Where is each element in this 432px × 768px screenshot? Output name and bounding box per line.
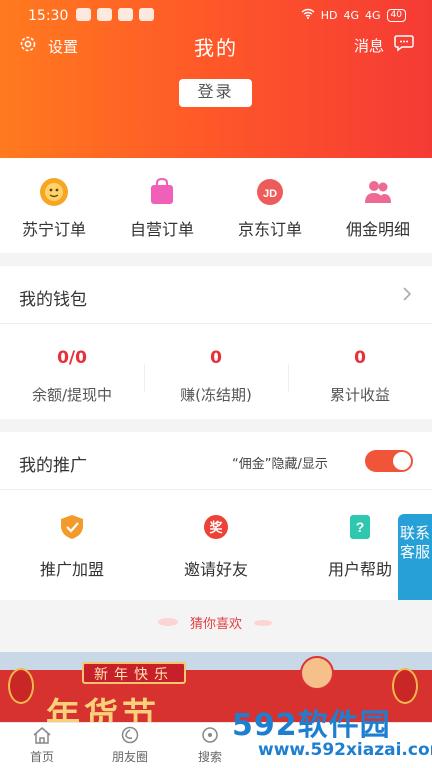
banner-greeting: 新年快乐 xyxy=(82,662,186,684)
profile-header: 15:30 HD 4G 4G 40 设置 我的 消息 登录 xyxy=(0,0,432,158)
commission-details-button[interactable]: 佣金明细 xyxy=(324,158,432,253)
tab-label: 朋友圈 xyxy=(111,750,148,764)
signal-strength-2: 4G xyxy=(365,8,381,22)
self-orders-button[interactable]: 自营订单 xyxy=(108,158,216,253)
lantern-icon xyxy=(392,668,418,704)
balance-value: 0/0 xyxy=(57,348,87,368)
promotion-header: 我的推广 “佣金”隐藏/显示 xyxy=(0,432,432,490)
jd-icon: JD xyxy=(257,179,283,205)
people-icon xyxy=(365,181,391,203)
chat-bubble-icon xyxy=(394,34,414,56)
jd-orders-button[interactable]: JD 京东订单 xyxy=(216,158,324,253)
suning-orders-button[interactable]: 苏宁订单 xyxy=(0,158,108,253)
promotion-actions: 推广加盟 奖 邀请好友 ? 用户帮助 xyxy=(0,490,432,600)
help-book-icon: ? xyxy=(350,515,370,539)
order-label: 京东订单 xyxy=(237,220,302,239)
frozen-earnings-value: 0 xyxy=(210,348,222,368)
commission-visibility-toggle[interactable] xyxy=(365,450,413,472)
invite-friends-button[interactable]: 奖 邀请好友 xyxy=(144,490,288,600)
shield-check-icon xyxy=(61,515,83,539)
suning-lion-icon xyxy=(40,178,68,206)
notification-app-icon xyxy=(139,8,154,21)
decoration xyxy=(254,620,272,626)
join-promotion-button[interactable]: 推广加盟 xyxy=(0,490,144,600)
signal-strength-1: 4G xyxy=(343,8,360,22)
profile-page: 15:30 HD 4G 4G 40 设置 我的 消息 登录 苏宁订单 自营订单 … xyxy=(0,0,432,768)
watermark-brand: 592软件园 xyxy=(232,708,391,743)
total-earnings-value: 0 xyxy=(354,348,366,368)
banner-headline: 年货节 xyxy=(46,696,160,722)
lantern-icon xyxy=(8,668,34,704)
status-indicators: HD 4G 4G 40 xyxy=(301,8,406,22)
balance-stat[interactable]: 0/0 余额/提现中 xyxy=(0,324,144,419)
guess-you-like-label: 猜你喜欢 xyxy=(189,617,242,632)
shopping-bag-icon xyxy=(151,177,173,204)
tab-home[interactable]: 首页 xyxy=(2,723,82,768)
wallet-title: 我的钱包 xyxy=(19,290,87,310)
total-earnings-stat[interactable]: 0 累计收益 xyxy=(288,324,432,419)
svg-text:?: ? xyxy=(356,519,365,535)
svg-text:奖: 奖 xyxy=(209,520,223,536)
search-icon xyxy=(202,727,218,743)
login-button[interactable]: 登录 xyxy=(179,79,252,107)
status-bar: 15:30 HD 4G 4G 40 xyxy=(0,0,432,30)
promotion-title: 我的推广 xyxy=(19,456,87,476)
watermark-url: www.592xiazai.com xyxy=(258,740,432,760)
tab-label: 搜索 xyxy=(197,750,222,764)
battery-icon: 40 xyxy=(386,8,406,22)
home-icon xyxy=(33,727,51,744)
notification-app-icon xyxy=(97,8,112,21)
wallet-header[interactable]: 我的钱包 xyxy=(0,266,432,324)
join-promotion-label: 推广加盟 xyxy=(39,560,104,579)
frozen-earnings-label: 赚(冻结期) xyxy=(180,386,252,404)
wifi-icon xyxy=(301,8,315,22)
status-time: 15:30 xyxy=(28,8,69,24)
top-bar: 设置 我的 消息 xyxy=(0,30,432,66)
invite-friends-label: 邀请好友 xyxy=(183,560,248,579)
moments-icon xyxy=(121,726,139,744)
order-label: 苏宁订单 xyxy=(21,220,86,239)
reward-badge-icon: 奖 xyxy=(204,515,228,539)
network-type: HD xyxy=(320,8,338,22)
wallet-summary: 0/0 余额/提现中 0 赚(冻结期) 0 累计收益 xyxy=(0,324,432,419)
total-earnings-label: 累计收益 xyxy=(329,386,390,404)
contact-service-button[interactable]: 联系客服 xyxy=(398,514,432,606)
notification-icons xyxy=(76,8,154,21)
balance-label: 余额/提现中 xyxy=(31,386,113,404)
commission-toggle-label: “佣金”隐藏/显示 xyxy=(232,457,328,472)
notification-app-icon xyxy=(118,8,133,21)
orders-row: 苏宁订单 自营订单 JD 京东订单 佣金明细 xyxy=(0,158,432,253)
messages-label: 消息 xyxy=(353,36,384,55)
svg-text:JD: JD xyxy=(263,188,277,200)
guess-you-like-divider: 猜你喜欢 xyxy=(0,600,432,646)
frozen-earnings-stat[interactable]: 0 赚(冻结期) xyxy=(144,324,288,419)
notification-app-icon xyxy=(76,8,91,21)
tab-label: 首页 xyxy=(29,750,54,764)
tab-moments[interactable]: 朋友圈 xyxy=(90,723,170,768)
toggle-knob xyxy=(393,452,411,470)
order-label: 佣金明细 xyxy=(345,220,410,239)
order-label: 自营订单 xyxy=(129,220,194,239)
chevron-right-icon xyxy=(402,286,412,307)
mascot-icon xyxy=(300,656,334,690)
messages-button[interactable]: 消息 xyxy=(354,34,414,56)
